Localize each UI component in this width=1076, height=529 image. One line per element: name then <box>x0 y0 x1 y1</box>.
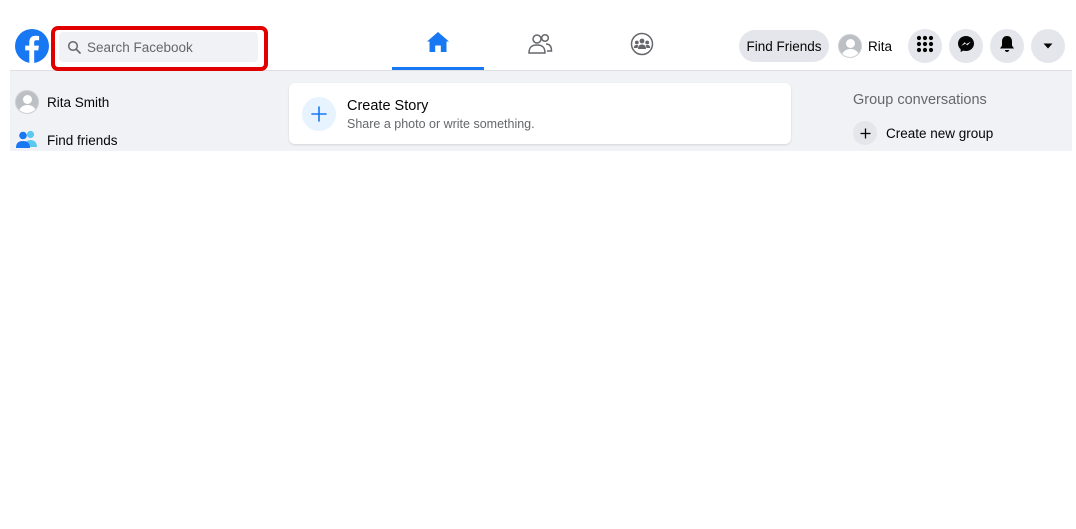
search-icon <box>67 40 81 54</box>
main-content: Rita Smith Find friends Create Story Sha… <box>10 71 1072 151</box>
groups-icon <box>630 32 654 61</box>
plus-icon <box>302 97 336 131</box>
sidebar-item-label: Rita Smith <box>47 94 110 110</box>
find-friends-label: Find Friends <box>746 38 822 54</box>
create-story-title: Create Story <box>347 98 429 114</box>
sidebar-item-label: Find friends <box>47 133 118 148</box>
sidebar-item-find-friends[interactable]: Find friends <box>15 129 118 152</box>
caret-down-icon <box>1042 37 1054 55</box>
create-story-subtitle: Share a photo or write something. <box>347 117 535 131</box>
create-story-card[interactable]: Create Story Share a photo or write some… <box>289 83 791 144</box>
profile-name: Rita <box>868 38 893 54</box>
messenger-icon <box>957 35 975 58</box>
menu-button[interactable] <box>908 29 942 63</box>
profile-button[interactable]: Rita <box>838 31 892 61</box>
friends-icon <box>15 129 39 152</box>
search-box[interactable] <box>59 32 258 62</box>
tab-groups[interactable] <box>596 22 688 70</box>
top-navigation-bar: Find Friends Rita <box>10 22 1072 71</box>
friends-icon <box>527 33 553 60</box>
create-new-group-label: Create new group <box>886 125 994 141</box>
facebook-logo-icon[interactable] <box>15 29 49 63</box>
avatar <box>15 90 39 114</box>
avatar <box>838 34 862 58</box>
account-button[interactable] <box>1031 29 1065 63</box>
group-conversations-heading: Group conversations <box>853 92 987 108</box>
create-new-group-button[interactable]: Create new group <box>853 121 993 145</box>
tab-home[interactable] <box>392 22 484 70</box>
home-icon <box>426 31 450 58</box>
find-friends-button[interactable]: Find Friends <box>739 30 829 62</box>
sidebar-item-profile[interactable]: Rita Smith <box>15 90 109 114</box>
tab-friends[interactable] <box>494 22 586 70</box>
plus-icon <box>853 121 877 145</box>
search-input[interactable] <box>87 39 237 55</box>
bell-icon <box>999 35 1015 58</box>
messenger-button[interactable] <box>949 29 983 63</box>
notifications-button[interactable] <box>990 29 1024 63</box>
grid-menu-icon <box>916 35 934 58</box>
